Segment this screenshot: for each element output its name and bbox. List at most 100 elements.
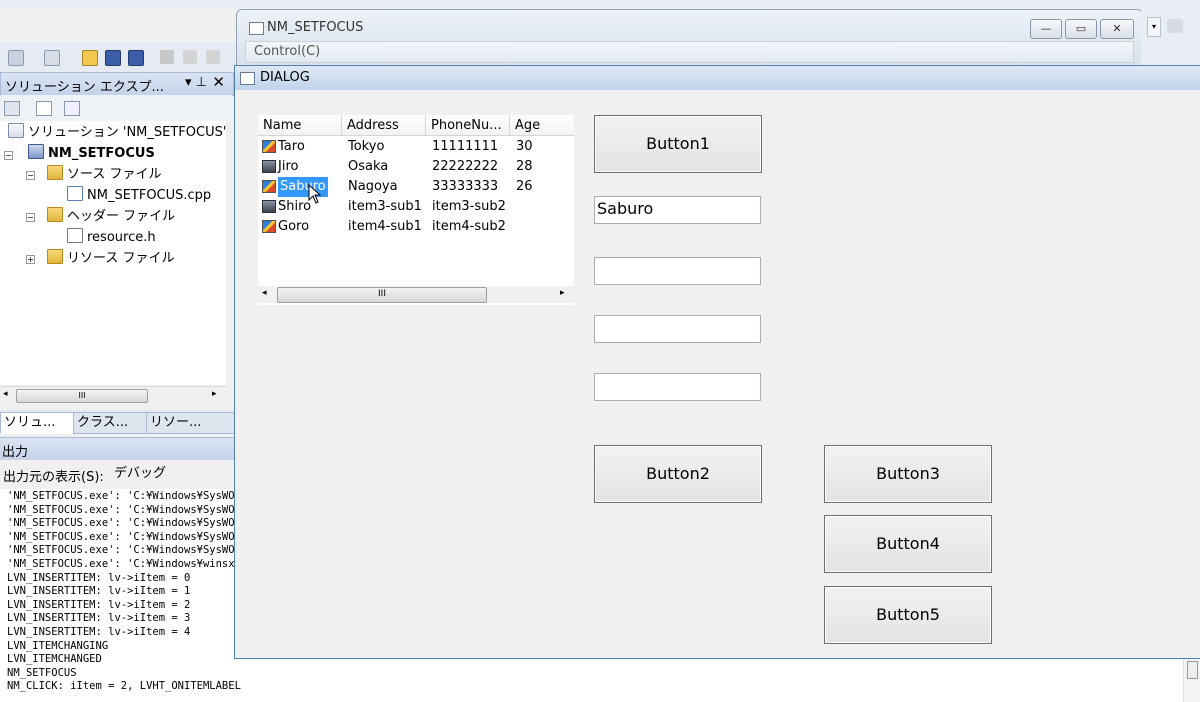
- scroll-thumb[interactable]: III: [16, 389, 148, 403]
- maximize-button[interactable]: ▭: [1065, 19, 1097, 39]
- collapse-icon[interactable]: −: [26, 171, 35, 180]
- button4[interactable]: Button4: [824, 515, 992, 573]
- cut-icon[interactable]: [160, 50, 174, 64]
- cell-name[interactable]: Shiro: [278, 197, 311, 217]
- cell-address: item3-sub1: [348, 199, 422, 214]
- dialog-title: DIALOG: [260, 70, 310, 85]
- edit-icon: [262, 180, 276, 193]
- output-line: 'NM_SETFOCUS.exe': 'C:¥Windows¥SysWO: [7, 517, 235, 530]
- column-header-phone[interactable]: PhoneNu...: [426, 115, 510, 136]
- open-folder-icon[interactable]: [82, 50, 98, 66]
- column-header-age[interactable]: Age: [510, 115, 574, 136]
- button5[interactable]: Button5: [824, 586, 992, 644]
- tree-item-resource-files[interactable]: リソース ファイル: [47, 249, 174, 269]
- list-row[interactable]: Shiro item3-sub1 item3-sub2: [258, 197, 574, 217]
- output-source-select[interactable]: デバッグ: [110, 464, 244, 483]
- output-vertical-scrollbar[interactable]: [1183, 657, 1200, 702]
- cell-name[interactable]: Taro: [278, 137, 305, 157]
- button3[interactable]: Button3: [824, 445, 992, 503]
- solution-explorer-toolbar: [0, 95, 232, 121]
- paste-icon[interactable]: [206, 50, 220, 64]
- output-line: 'NM_SETFOCUS.exe': 'C:¥Windows¥SysWO: [7, 530, 235, 543]
- tree-item-label: resource.h: [87, 230, 156, 245]
- edit-box-1[interactable]: Saburo: [594, 196, 761, 224]
- list-view[interactable]: Name Address PhoneNu... Age Taro Tokyo 111…: [258, 115, 574, 305]
- tree-item-source-files[interactable]: ソース ファイル: [47, 165, 161, 185]
- tree-item-cpp-file[interactable]: NM_SETFOCUS.cpp: [67, 186, 211, 206]
- output-header: 出力: [0, 437, 234, 460]
- main-window: NM_SETFOCUS — ▭ ✕ Control(C): [236, 9, 1143, 71]
- cell-address: Nagoya: [348, 179, 398, 194]
- output-line: LVN_INSERTITEM: lv->iItem = 3: [7, 612, 191, 625]
- list-row[interactable]: Goro item4-sub1 item4-sub2: [258, 217, 574, 237]
- cell-name[interactable]: Jiro: [278, 157, 298, 177]
- folder-icon: [47, 165, 63, 180]
- tree-item-label: NM_SETFOCUS: [48, 146, 155, 161]
- tab-class[interactable]: クラス...: [73, 412, 147, 434]
- column-header-name[interactable]: Name: [258, 115, 342, 136]
- scroll-right-icon[interactable]: ▸: [212, 389, 217, 399]
- solution-explorer-title: ソリューション エクスプ...: [5, 80, 164, 95]
- edit-box-2[interactable]: [594, 257, 761, 285]
- folder-icon: [47, 207, 63, 222]
- scroll-right-icon[interactable]: ▸: [560, 288, 565, 298]
- main-window-title: NM_SETFOCUS: [267, 20, 364, 35]
- edit-box-3[interactable]: [594, 315, 761, 343]
- minimize-button[interactable]: —: [1030, 19, 1062, 39]
- list-row[interactable]: Saburo Nagoya 33333333 26: [258, 177, 574, 197]
- button1[interactable]: Button1: [594, 115, 762, 173]
- output-line: LVN_INSERTITEM: lv->iItem = 1: [7, 585, 191, 598]
- copy-icon[interactable]: [183, 50, 197, 64]
- new-project-icon[interactable]: [8, 50, 24, 66]
- tree-item-header-file[interactable]: resource.h: [67, 228, 156, 248]
- tab-resource[interactable]: リソー...: [146, 412, 236, 434]
- scroll-thumb[interactable]: III: [277, 287, 487, 303]
- solution-tree: ソリューション 'NM_SETFOCUS' − NM_SETFOCUS − ソー…: [0, 121, 226, 385]
- cell-phone: item3-sub2: [432, 199, 506, 214]
- show-all-files-icon[interactable]: [36, 101, 52, 116]
- output-title: 出力: [2, 445, 29, 460]
- output-line: NM_CLICK: iItem = 2, LVHT_ONITEMLABEL: [7, 680, 241, 693]
- tree-item-solution[interactable]: ソリューション 'NM_SETFOCUS': [8, 123, 226, 143]
- cell-age: 30: [516, 139, 533, 154]
- list-row[interactable]: Taro Tokyo 11111111 30: [258, 137, 574, 157]
- dropdown-arrow-icon[interactable]: ▾: [1147, 17, 1161, 37]
- edit-box-4[interactable]: [594, 373, 761, 401]
- solution-icon: [8, 123, 24, 138]
- button2[interactable]: Button2: [594, 445, 762, 503]
- tree-item-project[interactable]: NM_SETFOCUS: [28, 144, 155, 164]
- ide-menubar: [0, 0, 1200, 8]
- list-row[interactable]: Jiro Osaka 22222222 28: [258, 157, 574, 177]
- collapse-icon[interactable]: −: [4, 151, 13, 160]
- properties-icon[interactable]: [4, 101, 20, 116]
- refresh-icon[interactable]: [64, 101, 80, 116]
- output-line: LVN_INSERTITEM: lv->iItem = 2: [7, 598, 191, 611]
- collapse-icon[interactable]: −: [26, 213, 35, 222]
- list-horizontal-scrollbar[interactable]: ◂ III ▸: [258, 286, 574, 303]
- cell-name[interactable]: Goro: [278, 217, 309, 237]
- menu-control[interactable]: Control(C): [254, 44, 320, 59]
- expand-icon[interactable]: +: [26, 255, 35, 264]
- close-button[interactable]: ✕: [1100, 19, 1134, 39]
- column-header-address[interactable]: Address: [342, 115, 426, 136]
- add-item-icon[interactable]: [44, 50, 60, 66]
- scroll-left-icon[interactable]: ◂: [3, 389, 8, 399]
- scroll-left-icon[interactable]: ◂: [262, 288, 267, 298]
- output-line: NM_SETFOCUS: [7, 666, 77, 679]
- output-line: 'NM_SETFOCUS.exe': 'C:¥Windows¥SysWO: [7, 503, 235, 516]
- tree-item-label: リソース ファイル: [67, 251, 175, 266]
- output-line: 'NM_SETFOCUS.exe': 'C:¥Windows¥winsx: [7, 558, 235, 570]
- tree-item-header-files[interactable]: ヘッダー ファイル: [47, 207, 175, 227]
- output-line: LVN_INSERTITEM: lv->iItem = 4: [7, 626, 191, 638]
- save-all-icon[interactable]: [128, 50, 144, 66]
- ide-right-toolbar: ▾: [1141, 9, 1200, 69]
- cell-age: 26: [516, 179, 533, 194]
- tab-solution[interactable]: ソリュ...: [0, 412, 74, 434]
- solution-explorer-header: ソリューション エクスプ... ▾ ⊥ ✕: [0, 72, 234, 96]
- solution-horizontal-scrollbar[interactable]: ◂ III ▸: [0, 386, 226, 404]
- close-icon[interactable]: ✕: [212, 73, 225, 91]
- scroll-thumb[interactable]: [1187, 661, 1198, 679]
- save-icon[interactable]: [105, 50, 121, 66]
- pin-icon[interactable]: ▾ ⊥: [185, 75, 207, 90]
- tool-icon[interactable]: [1167, 19, 1183, 33]
